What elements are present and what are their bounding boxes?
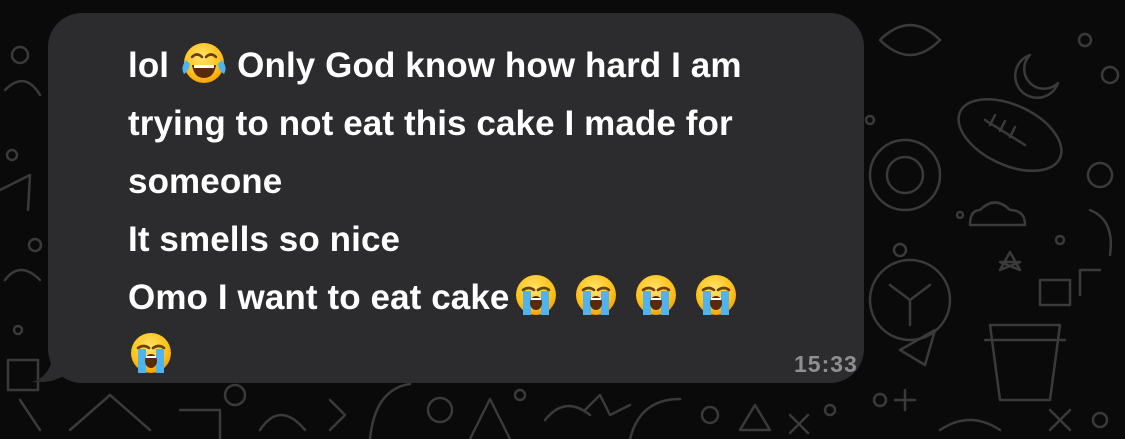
- message-line-6: [128, 327, 888, 385]
- message-line-3: someone: [128, 162, 283, 201]
- message-text-lol: lol: [128, 46, 170, 85]
- message-line-5: Omo I want to eat cake: [128, 269, 888, 327]
- message-timestamp: 15:33: [794, 351, 858, 377]
- message-line-4: It smells so nice: [128, 220, 401, 259]
- loudly-crying-face-icon: [576, 275, 617, 315]
- face-with-tears-of-joy-icon: [182, 43, 226, 83]
- message-line-2: trying to not eat this cake I made for: [128, 104, 733, 143]
- loudly-crying-face-icon: [636, 275, 677, 315]
- message-bubble[interactable]: lol Only God know how hard I am trying t…: [48, 13, 864, 383]
- message-text: lol Only God know how hard I am trying t…: [128, 37, 888, 385]
- loudly-crying-face-icon: [516, 275, 557, 315]
- loudly-crying-face-icon: [696, 275, 737, 315]
- message-text-line-5: Omo I want to eat cake: [128, 278, 510, 317]
- loudly-crying-face-icon: [131, 333, 171, 373]
- chat-background: lol Only God know how hard I am trying t…: [0, 0, 1125, 439]
- message-text-line-1: Only God know how hard I am: [237, 46, 742, 85]
- message-line-1: lol Only God know how hard I am: [128, 37, 888, 95]
